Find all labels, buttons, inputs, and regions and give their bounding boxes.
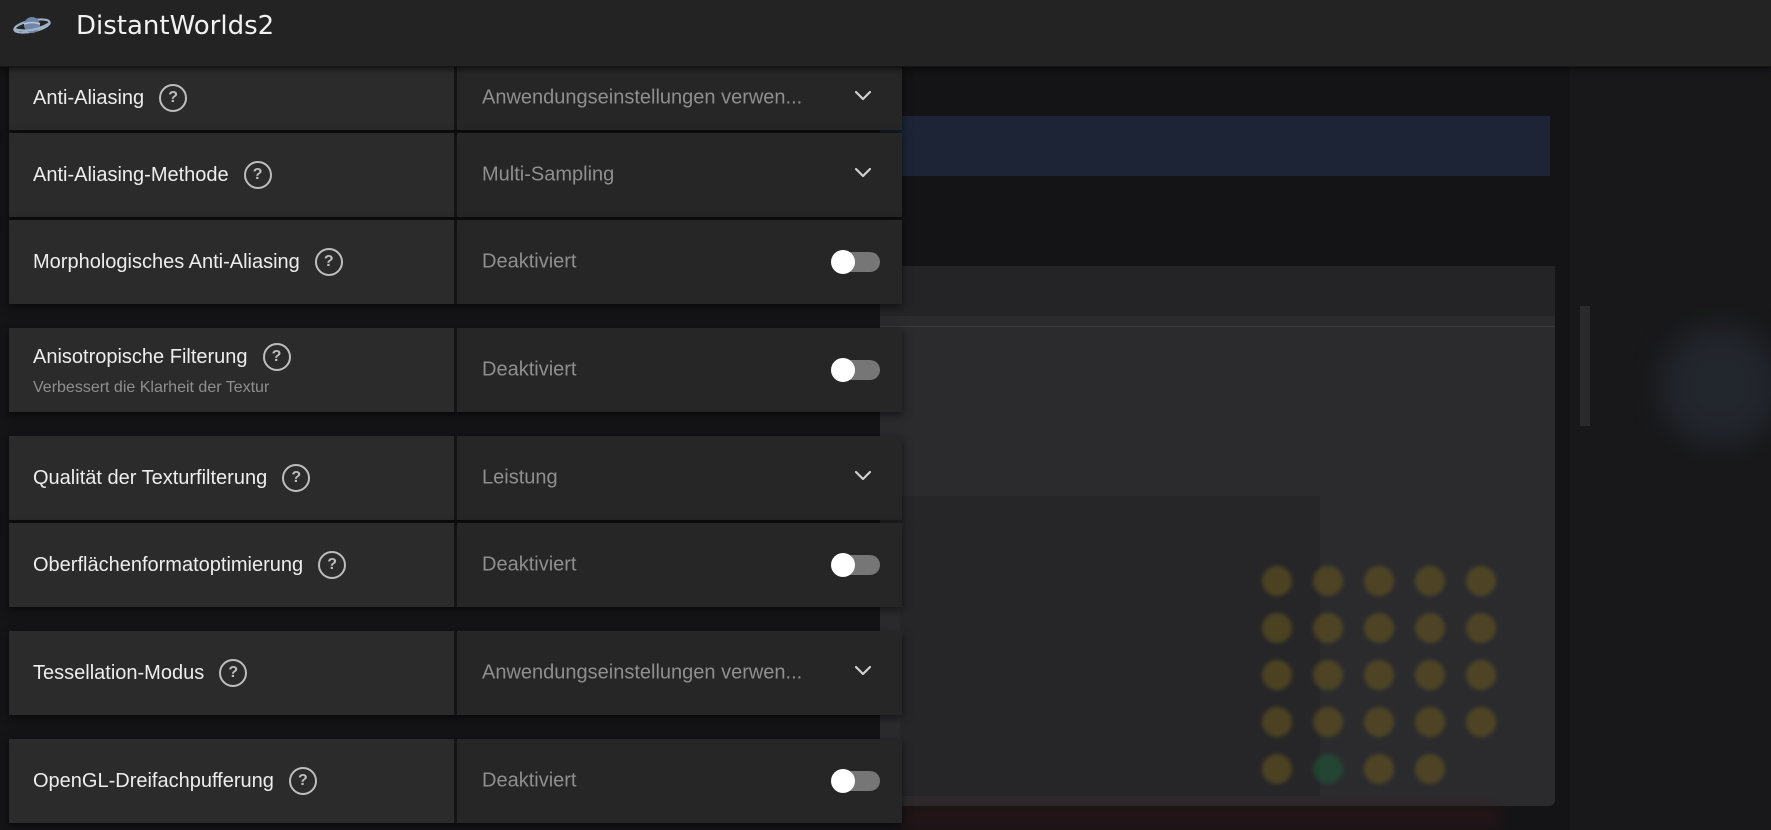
chevron-down-icon[interactable]: [854, 86, 872, 104]
title-bar: DistantWorlds2: [0, 0, 1771, 67]
help-circle-icon[interactable]: ?: [318, 551, 347, 579]
chevron-down-icon[interactable]: [854, 466, 872, 484]
setting-row-opengl-dreifachpufferung: OpenGL-Dreifachpufferung? Deaktiviert: [9, 739, 902, 823]
setting-value-cell: Deaktiviert: [457, 523, 902, 607]
toggle-knob: [831, 769, 855, 793]
setting-label-cell: Oberflächenformatoptimierung?: [9, 523, 454, 607]
chevron-down-icon[interactable]: [854, 163, 872, 181]
toggle-knob: [831, 358, 855, 382]
setting-value: Deaktiviert: [482, 553, 577, 576]
setting-label-cell: Anti-Aliasing-Methode?: [9, 133, 454, 217]
setting-label-cell: Anti-Aliasing?: [9, 66, 454, 130]
setting-label: Anti-Aliasing: [33, 86, 145, 109]
setting-value: Anwendungseinstellungen verwen...: [482, 86, 803, 109]
setting-label-cell: Morphologisches Anti-Aliasing?: [9, 220, 454, 304]
setting-label: Qualität der Texturfilterung: [33, 466, 268, 489]
setting-label: Oberflächenformatoptimierung: [33, 553, 304, 576]
background-card: [880, 266, 1555, 806]
setting-row-anti-aliasing-methode: Anti-Aliasing-Methode? Multi-Sampling: [9, 133, 902, 217]
background-banner: [880, 116, 1550, 176]
help-circle-icon[interactable]: ?: [219, 659, 248, 687]
help-circle-icon[interactable]: ?: [262, 343, 291, 371]
help-circle-icon[interactable]: ?: [288, 767, 317, 795]
setting-label: Morphologisches Anti-Aliasing: [33, 250, 300, 273]
setting-label-cell: Qualität der Texturfilterung?: [9, 436, 454, 520]
setting-value: Anwendungseinstellungen verwen...: [482, 661, 803, 684]
setting-row-tessellation-modus: Tessellation-Modus? Anwendungseinstellung…: [9, 631, 902, 715]
setting-dropdown[interactable]: Anwendungseinstellungen verwen...: [457, 66, 902, 130]
setting-label-cell: Anisotropische Filterung? Verbessert die …: [9, 328, 454, 412]
setting-label-cell: Tessellation-Modus?: [9, 631, 454, 715]
setting-row-anisotropische-filterung: Anisotropische Filterung? Verbessert die …: [9, 328, 902, 412]
setting-label: Tessellation-Modus: [33, 661, 205, 684]
setting-value-cell: Deaktiviert: [457, 739, 902, 823]
help-circle-icon[interactable]: ?: [243, 161, 272, 189]
setting-label: OpenGL-Dreifachpufferung: [33, 769, 274, 792]
setting-value: Leistung: [482, 466, 558, 489]
toggle-switch[interactable]: [831, 553, 880, 577]
setting-value-cell: Deaktiviert: [457, 328, 902, 412]
setting-dropdown[interactable]: Multi-Sampling: [457, 133, 902, 217]
setting-description: Verbessert die Klarheit der Textur: [33, 379, 270, 396]
setting-value: Multi-Sampling: [482, 163, 615, 186]
setting-label: Anti-Aliasing-Methode: [33, 163, 229, 186]
setting-row-morphologisches-anti-aliasing: Morphologisches Anti-Aliasing? Deaktivier…: [9, 220, 902, 304]
help-circle-icon[interactable]: ?: [159, 84, 188, 112]
toggle-switch[interactable]: [831, 250, 880, 274]
setting-row-texturfilterung-qualitaet: Qualität der Texturfilterung? Leistung: [9, 436, 902, 520]
toggle-switch[interactable]: [831, 769, 880, 793]
chevron-down-icon[interactable]: [854, 661, 872, 679]
help-circle-icon[interactable]: ?: [282, 464, 311, 492]
setting-label-cell: OpenGL-Dreifachpufferung?: [9, 739, 454, 823]
setting-row-anti-aliasing: Anti-Aliasing? Anwendungseinstellungen ve…: [9, 66, 902, 130]
setting-value: Deaktiviert: [482, 358, 577, 381]
help-circle-icon[interactable]: ?: [314, 248, 343, 276]
setting-value: Deaktiviert: [482, 769, 577, 792]
setting-dropdown[interactable]: Anwendungseinstellungen verwen...: [457, 631, 902, 715]
setting-value-cell: Deaktiviert: [457, 220, 902, 304]
setting-dropdown[interactable]: Leistung: [457, 436, 902, 520]
toggle-knob: [831, 553, 855, 577]
toggle-knob: [831, 250, 855, 274]
toggle-switch[interactable]: [831, 358, 880, 382]
setting-value: Deaktiviert: [482, 250, 577, 273]
setting-label: Anisotropische Filterung: [33, 345, 248, 368]
background-sidebar: [1570, 66, 1771, 830]
app-title: DistantWorlds2: [76, 11, 275, 41]
setting-row-oberflaechenformatoptimierung: Oberflächenformatoptimierung? Deaktiviert: [9, 523, 902, 607]
planet-icon: [12, 12, 52, 40]
